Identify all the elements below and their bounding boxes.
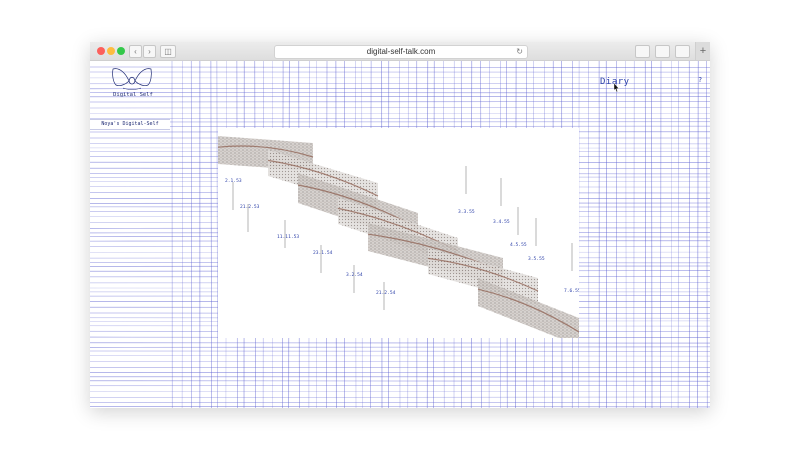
digital-self-visualization[interactable]: 2.1.53 21.2.53 11.11.53 23.1.54 3.2.54 21.2.5… bbox=[218, 128, 579, 338]
help-button[interactable]: ? bbox=[698, 76, 702, 84]
date-label: 21.2.54 bbox=[376, 290, 396, 296]
back-button[interactable]: ‹ bbox=[129, 45, 142, 58]
sidebar-icon: ◫ bbox=[164, 47, 172, 56]
url-text: digital-self-talk.com bbox=[366, 47, 436, 56]
profile-tab[interactable]: Noya's Digital-Self bbox=[90, 119, 170, 130]
new-tab-button[interactable]: + bbox=[695, 42, 710, 60]
date-label: 23.1.54 bbox=[313, 250, 333, 256]
minimize-window-button[interactable] bbox=[107, 47, 115, 55]
downloads-button[interactable] bbox=[635, 45, 650, 58]
maximize-window-button[interactable] bbox=[117, 47, 125, 55]
sidebar-toggle-button[interactable]: ◫ bbox=[160, 45, 176, 58]
browser-window: ‹ › ◫ digital-self-talk.com ↻ + Digital … bbox=[90, 42, 710, 408]
chevron-right-icon: › bbox=[148, 47, 151, 56]
date-label: 4.5.55 bbox=[510, 242, 527, 248]
date-label: 3.5.55 bbox=[528, 256, 545, 262]
date-label: 11.11.53 bbox=[277, 234, 299, 240]
date-label: 3.3.55 bbox=[458, 209, 475, 215]
date-label: 3.4.55 bbox=[493, 219, 510, 225]
reload-icon[interactable]: ↻ bbox=[516, 46, 523, 58]
date-label: 7.6.55 bbox=[564, 288, 579, 294]
web-page: Digital Self Diary ? Noya's Digital-Self bbox=[90, 61, 710, 408]
logo-text: Digital Self bbox=[113, 92, 153, 98]
address-bar[interactable]: digital-self-talk.com ↻ bbox=[274, 45, 528, 59]
date-label: 3.2.54 bbox=[346, 272, 363, 278]
browser-titlebar: ‹ › ◫ digital-self-talk.com ↻ + bbox=[90, 42, 710, 61]
close-window-button[interactable] bbox=[97, 47, 105, 55]
pointer-cursor-icon bbox=[613, 82, 620, 93]
forward-button[interactable]: › bbox=[143, 45, 156, 58]
date-label: 2.1.53 bbox=[225, 178, 242, 184]
date-label: 21.2.53 bbox=[240, 204, 260, 210]
tabs-overview-button[interactable] bbox=[675, 45, 690, 58]
share-button[interactable] bbox=[655, 45, 670, 58]
digital-self-logo-icon[interactable] bbox=[110, 66, 154, 92]
chevron-left-icon: ‹ bbox=[134, 47, 137, 56]
terrain-visualization: 2.1.53 21.2.53 11.11.53 23.1.54 3.2.54 21.2.5… bbox=[218, 136, 579, 338]
